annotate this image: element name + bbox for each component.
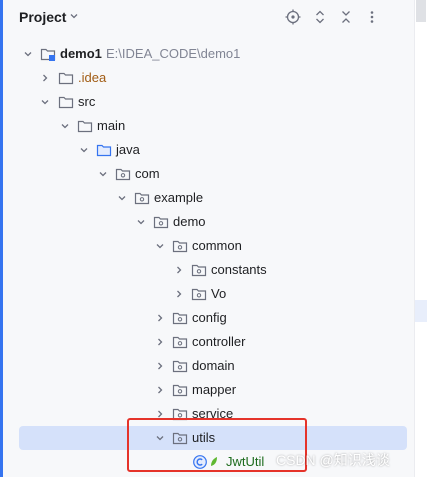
package-label: com xyxy=(135,166,160,181)
tree-row-java[interactable]: java xyxy=(0,138,415,162)
project-header: Project xyxy=(0,0,415,34)
folder-label: src xyxy=(78,94,96,109)
chevron-down-icon[interactable] xyxy=(79,145,89,155)
package-label: controller xyxy=(192,334,246,349)
folder-label: java xyxy=(116,142,140,157)
package-label: demo xyxy=(173,214,206,229)
package-icon xyxy=(153,216,169,229)
tree-row-constants[interactable]: constants xyxy=(0,258,415,282)
chevron-down-icon[interactable] xyxy=(23,49,33,59)
module-path: E:\IDEA_CODE\demo1 xyxy=(106,46,241,61)
package-icon xyxy=(172,312,188,325)
locate-icon[interactable] xyxy=(285,9,301,25)
tree-row-controller[interactable]: controller xyxy=(0,330,415,354)
tree-row-src[interactable]: src xyxy=(0,90,415,114)
editor-edge xyxy=(414,0,427,477)
chevron-down-icon[interactable] xyxy=(69,11,79,21)
package-icon xyxy=(191,288,207,301)
package-label: common xyxy=(192,238,242,253)
chevron-right-icon[interactable] xyxy=(174,265,184,275)
chevron-right-icon[interactable] xyxy=(155,361,165,371)
chevron-down-icon[interactable] xyxy=(98,169,108,179)
chevron-down-icon[interactable] xyxy=(136,217,146,227)
folder-label: main xyxy=(97,118,126,133)
collapse-all-icon[interactable] xyxy=(338,9,354,25)
tree-row-config[interactable]: config xyxy=(0,306,415,330)
package-label: domain xyxy=(192,358,235,373)
folder-icon xyxy=(58,96,74,109)
package-icon xyxy=(191,264,207,277)
chevron-down-icon[interactable] xyxy=(117,193,127,203)
project-title[interactable]: Project xyxy=(19,9,66,25)
package-icon xyxy=(172,360,188,373)
expand-collapse-icon[interactable] xyxy=(312,9,328,25)
folder-icon xyxy=(58,72,74,85)
package-label: constants xyxy=(211,262,267,277)
chevron-right-icon[interactable] xyxy=(155,385,165,395)
source-folder-icon xyxy=(96,144,112,157)
module-folder-icon xyxy=(40,48,56,61)
folder-icon xyxy=(77,120,93,133)
tree-row-demo[interactable]: demo xyxy=(0,210,415,234)
tree-row-domain[interactable]: domain xyxy=(0,354,415,378)
tree-row-main[interactable]: main xyxy=(0,114,415,138)
chevron-right-icon[interactable] xyxy=(155,313,165,323)
chevron-right-icon[interactable] xyxy=(40,73,50,83)
package-icon xyxy=(172,240,188,253)
more-options-icon[interactable] xyxy=(364,9,380,25)
tree-row-example[interactable]: example xyxy=(0,186,415,210)
package-icon xyxy=(172,336,188,349)
package-icon xyxy=(172,384,188,397)
module-name: demo1 xyxy=(60,46,102,61)
package-icon xyxy=(134,192,150,205)
tree-row-vo[interactable]: Vo xyxy=(0,282,415,306)
package-label: Vo xyxy=(211,286,227,301)
tree-row-mapper[interactable]: mapper xyxy=(0,378,415,402)
chevron-down-icon[interactable] xyxy=(155,241,165,251)
editor-tab-stub xyxy=(416,0,426,22)
chevron-down-icon[interactable] xyxy=(40,97,50,107)
chevron-right-icon[interactable] xyxy=(174,289,184,299)
package-icon xyxy=(115,168,131,181)
package-label: mapper xyxy=(192,382,237,397)
chevron-right-icon[interactable] xyxy=(155,337,165,347)
tree-row-com[interactable]: com xyxy=(0,162,415,186)
tree-row-common[interactable]: common xyxy=(0,234,415,258)
package-label: example xyxy=(154,190,204,205)
folder-label: .idea xyxy=(78,70,107,85)
tree-row-idea[interactable]: .idea xyxy=(0,66,415,90)
package-label: config xyxy=(192,310,227,325)
editor-line-highlight xyxy=(415,300,427,322)
watermark: CSDN @知识浅谈 xyxy=(276,452,390,468)
chevron-down-icon[interactable] xyxy=(60,121,70,131)
tree-row-demo1[interactable]: demo1 E:\IDEA_CODE\demo1 xyxy=(0,42,415,66)
